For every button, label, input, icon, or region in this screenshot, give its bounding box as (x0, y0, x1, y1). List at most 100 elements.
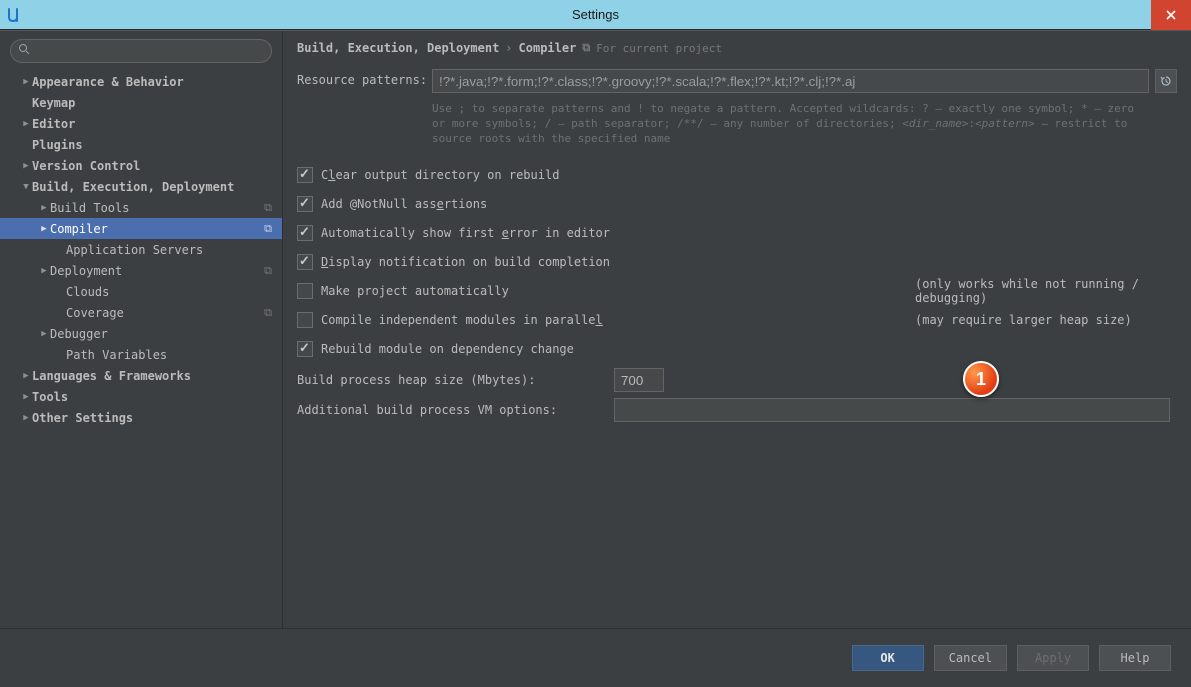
tree-item-label: Debugger (50, 327, 108, 341)
tree-item-plugins[interactable]: Plugins (0, 134, 282, 155)
tree-item-label: Tools (32, 390, 68, 404)
project-scope-icon: ⧉ (264, 201, 272, 215)
check-row: Rebuild module on dependency change (297, 334, 1177, 363)
checkbox-compile-independent-modules-in-parallel[interactable] (297, 312, 313, 328)
settings-search-input[interactable] (10, 39, 272, 63)
tree-arrow-icon[interactable] (38, 203, 50, 213)
tree-item-build-execution-deployment[interactable]: Build, Execution, Deployment (0, 176, 282, 197)
project-scope-icon: ⧉ (264, 222, 272, 236)
tree-arrow-icon[interactable] (20, 182, 32, 192)
settings-tree: Appearance & Behavior Keymap Editor Plugins… (0, 69, 282, 428)
tree-arrow-icon[interactable] (38, 224, 50, 234)
checkbox-label: Add @NotNull assertions (321, 197, 487, 211)
resource-patterns-input[interactable] (432, 69, 1149, 93)
tree-arrow-icon[interactable] (38, 266, 50, 276)
tree-item-coverage[interactable]: Coverage ⧉ (0, 302, 282, 323)
checkbox-rebuild-module-on-dependency-change[interactable] (297, 341, 313, 357)
tree-item-version-control[interactable]: Version Control (0, 155, 282, 176)
apply-button[interactable]: Apply (1017, 645, 1089, 671)
checkbox-label: Clear output directory on rebuild (321, 168, 559, 182)
check-row: Display notification on build completion (297, 247, 1177, 276)
close-button[interactable] (1151, 0, 1191, 30)
tree-arrow-icon[interactable] (20, 392, 32, 402)
tree-item-tools[interactable]: Tools (0, 386, 282, 407)
scope-icon: ⧉ (582, 41, 590, 55)
titlebar: Settings (0, 0, 1191, 30)
tree-item-keymap[interactable]: Keymap (0, 92, 282, 113)
callout-badge: 1 (963, 361, 999, 397)
tree-arrow-icon[interactable] (20, 77, 32, 87)
breadcrumb-parent: Build, Execution, Deployment (297, 41, 499, 55)
settings-sidebar: Appearance & Behavior Keymap Editor Plugins… (0, 31, 283, 628)
heap-size-label: Build process heap size (Mbytes): (297, 373, 614, 387)
check-row: Clear output directory on rebuild (297, 160, 1177, 189)
tree-item-label: Appearance & Behavior (32, 75, 184, 89)
tree-item-label: Application Servers (66, 243, 203, 257)
tree-item-label: Compiler (50, 222, 108, 236)
tree-item-label: Clouds (66, 285, 109, 299)
tree-item-debugger[interactable]: Debugger (0, 323, 282, 344)
tree-item-label: Version Control (32, 159, 140, 173)
dialog-footer: OK Cancel Apply Help (0, 628, 1191, 686)
checkbox-clear-output-directory-on-rebuild[interactable] (297, 167, 313, 183)
tree-arrow-icon[interactable] (20, 413, 32, 423)
checkbox-label: Automatically show first error in editor (321, 226, 610, 240)
tree-item-label: Coverage (66, 306, 124, 320)
tree-item-label: Deployment (50, 264, 122, 278)
tree-arrow-icon[interactable] (20, 161, 32, 171)
tree-item-application-servers[interactable]: Application Servers (0, 239, 282, 260)
checkbox-automatically-show-first-error-in-editor[interactable] (297, 225, 313, 241)
breadcrumb-scope: For current project (596, 42, 722, 55)
tree-arrow-icon[interactable] (20, 119, 32, 129)
checkbox-label: Display notification on build completion (321, 255, 610, 269)
breadcrumb-sep: › (505, 41, 512, 55)
tree-arrow-icon[interactable] (38, 329, 50, 339)
resource-patterns-hint: Use ; to separate patterns and ! to nega… (432, 101, 1152, 146)
checkbox-label: Rebuild module on dependency change (321, 342, 574, 356)
checkbox-label: Make project automatically (321, 284, 509, 298)
checkbox-note: (only works while not running / debuggin… (915, 277, 1191, 305)
tree-item-languages-frameworks[interactable]: Languages & Frameworks (0, 365, 282, 386)
tree-item-label: Other Settings (32, 411, 133, 425)
tree-item-deployment[interactable]: Deployment ⧉ (0, 260, 282, 281)
resource-patterns-history-button[interactable] (1155, 69, 1177, 93)
tree-item-label: Languages & Frameworks (32, 369, 191, 383)
project-scope-icon: ⧉ (264, 264, 272, 278)
resource-patterns-label: Resource patterns: (297, 69, 432, 87)
tree-item-other-settings[interactable]: Other Settings (0, 407, 282, 428)
project-scope-icon: ⧉ (264, 306, 272, 320)
tree-item-compiler[interactable]: Compiler ⧉ (0, 218, 282, 239)
check-row: Make project automatically(only works wh… (297, 276, 1177, 305)
checkbox-make-project-automatically[interactable] (297, 283, 313, 299)
tree-item-path-variables[interactable]: Path Variables (0, 344, 282, 365)
check-row: Add @NotNull assertions (297, 189, 1177, 218)
search-icon (18, 43, 30, 58)
window-title: Settings (0, 7, 1191, 22)
checkbox-label: Compile independent modules in parallel (321, 313, 603, 327)
checkbox-display-notification-on-build-completion[interactable] (297, 254, 313, 270)
vm-options-label: Additional build process VM options: (297, 403, 614, 417)
ok-button[interactable]: OK (852, 645, 924, 671)
checkbox-note: (may require larger heap size) (915, 313, 1132, 327)
tree-item-label: Editor (32, 117, 75, 131)
heap-size-input[interactable] (614, 368, 664, 392)
breadcrumb: Build, Execution, Deployment › Compiler … (297, 41, 1177, 55)
tree-item-clouds[interactable]: Clouds (0, 281, 282, 302)
check-row: Compile independent modules in parallel (… (297, 305, 1177, 334)
checkbox-add-notnull-assertions[interactable] (297, 196, 313, 212)
tree-item-label: Build Tools (50, 201, 129, 215)
tree-item-label: Build, Execution, Deployment (32, 180, 234, 194)
tree-item-label: Plugins (32, 138, 83, 152)
check-row: Automatically show first error in editor (297, 218, 1177, 247)
tree-item-label: Keymap (32, 96, 75, 110)
help-button[interactable]: Help (1099, 645, 1171, 671)
breadcrumb-current: Compiler (519, 41, 577, 55)
tree-item-editor[interactable]: Editor (0, 113, 282, 134)
cancel-button[interactable]: Cancel (934, 645, 1007, 671)
tree-item-build-tools[interactable]: Build Tools ⧉ (0, 197, 282, 218)
tree-arrow-icon[interactable] (20, 371, 32, 381)
tree-item-label: Path Variables (66, 348, 167, 362)
settings-panel: Build, Execution, Deployment › Compiler … (283, 31, 1191, 628)
vm-options-input[interactable] (614, 398, 1170, 422)
tree-item-appearance-behavior[interactable]: Appearance & Behavior (0, 71, 282, 92)
